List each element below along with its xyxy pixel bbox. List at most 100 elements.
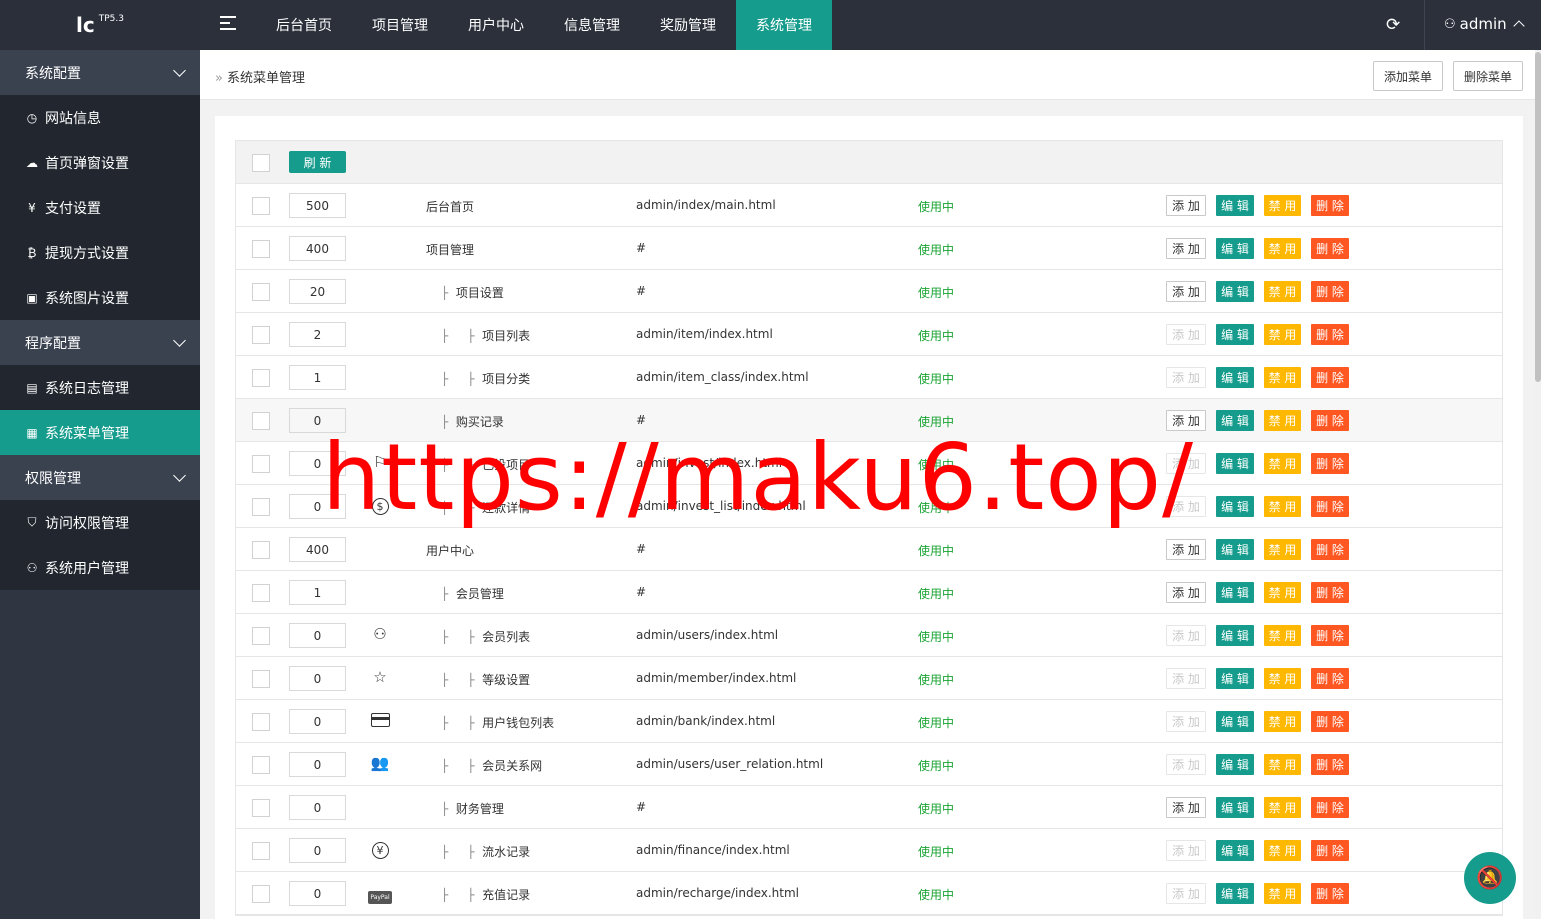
sidebar-item[interactable]: ⛉ 访问权限管理 bbox=[0, 500, 200, 545]
row-checkbox[interactable] bbox=[252, 584, 270, 602]
order-input[interactable]: 1 bbox=[289, 365, 346, 390]
disable-button[interactable]: 禁 用 bbox=[1264, 367, 1301, 388]
row-checkbox[interactable] bbox=[252, 498, 270, 516]
scrollbar-thumb[interactable] bbox=[1535, 52, 1541, 382]
delete-button[interactable]: 删 除 bbox=[1311, 281, 1349, 302]
sidebar-item[interactable]: ¥ 支付设置 bbox=[0, 185, 200, 230]
refresh-button[interactable]: 刷 新 bbox=[289, 151, 346, 173]
order-input[interactable]: 1 bbox=[289, 580, 346, 605]
disable-button[interactable]: 禁 用 bbox=[1264, 496, 1301, 517]
edit-button[interactable]: 编 辑 bbox=[1216, 238, 1254, 259]
edit-button[interactable]: 编 辑 bbox=[1216, 367, 1254, 388]
row-checkbox[interactable] bbox=[252, 842, 270, 860]
top-nav-item[interactable]: 系统管理 bbox=[736, 0, 832, 50]
top-nav-item[interactable]: 用户中心 bbox=[448, 0, 544, 50]
add-button[interactable]: 添 加 bbox=[1166, 238, 1206, 259]
order-input[interactable]: 400 bbox=[289, 537, 346, 562]
delete-button[interactable]: 删 除 bbox=[1311, 840, 1349, 861]
logo[interactable]: lc TP5.3 bbox=[0, 0, 200, 50]
row-checkbox[interactable] bbox=[252, 713, 270, 731]
delete-button[interactable]: 删 除 bbox=[1311, 711, 1349, 732]
edit-button[interactable]: 编 辑 bbox=[1216, 582, 1254, 603]
add-button[interactable]: 添 加 bbox=[1166, 582, 1206, 603]
delete-button[interactable]: 删 除 bbox=[1311, 539, 1349, 560]
add-button[interactable]: 添 加 bbox=[1166, 797, 1206, 818]
row-checkbox[interactable] bbox=[252, 283, 270, 301]
delete-button[interactable]: 删 除 bbox=[1311, 195, 1349, 216]
edit-button[interactable]: 编 辑 bbox=[1216, 754, 1254, 775]
delete-button[interactable]: 删 除 bbox=[1311, 410, 1349, 431]
order-input[interactable]: 400 bbox=[289, 236, 346, 261]
sidebar-group[interactable]: 程序配置 bbox=[0, 320, 200, 365]
order-input[interactable]: 0 bbox=[289, 752, 346, 777]
delete-button[interactable]: 删 除 bbox=[1311, 668, 1349, 689]
disable-button[interactable]: 禁 用 bbox=[1264, 453, 1301, 474]
disable-button[interactable]: 禁 用 bbox=[1264, 582, 1301, 603]
delete-button[interactable]: 删 除 bbox=[1311, 367, 1349, 388]
top-nav-item[interactable]: 后台首页 bbox=[256, 0, 352, 50]
add-menu-button[interactable]: 添加菜单 bbox=[1373, 61, 1444, 91]
sidebar-item[interactable]: ▤ 系统日志管理 bbox=[0, 365, 200, 410]
edit-button[interactable]: 编 辑 bbox=[1216, 195, 1254, 216]
row-checkbox[interactable] bbox=[252, 885, 270, 903]
menu-toggle-icon[interactable] bbox=[220, 16, 236, 30]
order-input[interactable]: 0 bbox=[289, 623, 346, 648]
order-input[interactable]: 0 bbox=[289, 666, 346, 691]
disable-button[interactable]: 禁 用 bbox=[1264, 797, 1301, 818]
delete-button[interactable]: 删 除 bbox=[1311, 582, 1349, 603]
disable-button[interactable]: 禁 用 bbox=[1264, 883, 1301, 904]
sidebar-item[interactable]: ▣ 系统图片设置 bbox=[0, 275, 200, 320]
user-menu[interactable]: ⚇ admin bbox=[1444, 15, 1525, 33]
disable-button[interactable]: 禁 用 bbox=[1264, 238, 1301, 259]
order-input[interactable]: 500 bbox=[289, 193, 346, 218]
delete-button[interactable]: 删 除 bbox=[1311, 625, 1349, 646]
edit-button[interactable]: 编 辑 bbox=[1216, 840, 1254, 861]
scrollbar[interactable] bbox=[1535, 50, 1541, 919]
edit-button[interactable]: 编 辑 bbox=[1216, 539, 1254, 560]
disable-button[interactable]: 禁 用 bbox=[1264, 754, 1301, 775]
disable-button[interactable]: 禁 用 bbox=[1264, 711, 1301, 732]
row-checkbox[interactable] bbox=[252, 627, 270, 645]
row-checkbox[interactable] bbox=[252, 455, 270, 473]
delete-button[interactable]: 删 除 bbox=[1311, 496, 1349, 517]
edit-button[interactable]: 编 辑 bbox=[1216, 668, 1254, 689]
delete-button[interactable]: 删 除 bbox=[1311, 238, 1349, 259]
order-input[interactable]: 0 bbox=[289, 881, 346, 906]
sidebar-item[interactable]: ☁ 首页弹窗设置 bbox=[0, 140, 200, 185]
edit-button[interactable]: 编 辑 bbox=[1216, 410, 1254, 431]
add-button[interactable]: 添 加 bbox=[1166, 195, 1206, 216]
disable-button[interactable]: 禁 用 bbox=[1264, 324, 1301, 345]
sidebar-item[interactable]: ⚇ 系统用户管理 bbox=[0, 545, 200, 590]
disable-button[interactable]: 禁 用 bbox=[1264, 195, 1301, 216]
delete-button[interactable]: 删 除 bbox=[1311, 754, 1349, 775]
row-checkbox[interactable] bbox=[252, 756, 270, 774]
delete-menu-button[interactable]: 删除菜单 bbox=[1453, 61, 1524, 91]
delete-button[interactable]: 删 除 bbox=[1311, 797, 1349, 818]
delete-button[interactable]: 删 除 bbox=[1311, 883, 1349, 904]
row-checkbox[interactable] bbox=[252, 670, 270, 688]
order-input[interactable]: 0 bbox=[289, 709, 346, 734]
order-input[interactable]: 20 bbox=[289, 279, 346, 304]
row-checkbox[interactable] bbox=[252, 541, 270, 559]
sidebar-item[interactable]: ₿ 提现方式设置 bbox=[0, 230, 200, 275]
row-checkbox[interactable] bbox=[252, 799, 270, 817]
order-input[interactable]: 0 bbox=[289, 838, 346, 863]
disable-button[interactable]: 禁 用 bbox=[1264, 410, 1301, 431]
row-checkbox[interactable] bbox=[252, 369, 270, 387]
delete-button[interactable]: 删 除 bbox=[1311, 324, 1349, 345]
edit-button[interactable]: 编 辑 bbox=[1216, 324, 1254, 345]
edit-button[interactable]: 编 辑 bbox=[1216, 711, 1254, 732]
sidebar-item[interactable]: ▦ 系统菜单管理 bbox=[0, 410, 200, 455]
disable-button[interactable]: 禁 用 bbox=[1264, 668, 1301, 689]
select-all-checkbox[interactable] bbox=[252, 154, 270, 172]
edit-button[interactable]: 编 辑 bbox=[1216, 883, 1254, 904]
bell-off-button[interactable]: 🔕 bbox=[1464, 852, 1516, 904]
row-checkbox[interactable] bbox=[252, 240, 270, 258]
edit-button[interactable]: 编 辑 bbox=[1216, 453, 1254, 474]
top-nav-item[interactable]: 信息管理 bbox=[544, 0, 640, 50]
top-nav-item[interactable]: 项目管理 bbox=[352, 0, 448, 50]
order-input[interactable]: 0 bbox=[289, 795, 346, 820]
top-nav-item[interactable]: 奖励管理 bbox=[640, 0, 736, 50]
row-checkbox[interactable] bbox=[252, 326, 270, 344]
add-button[interactable]: 添 加 bbox=[1166, 539, 1206, 560]
